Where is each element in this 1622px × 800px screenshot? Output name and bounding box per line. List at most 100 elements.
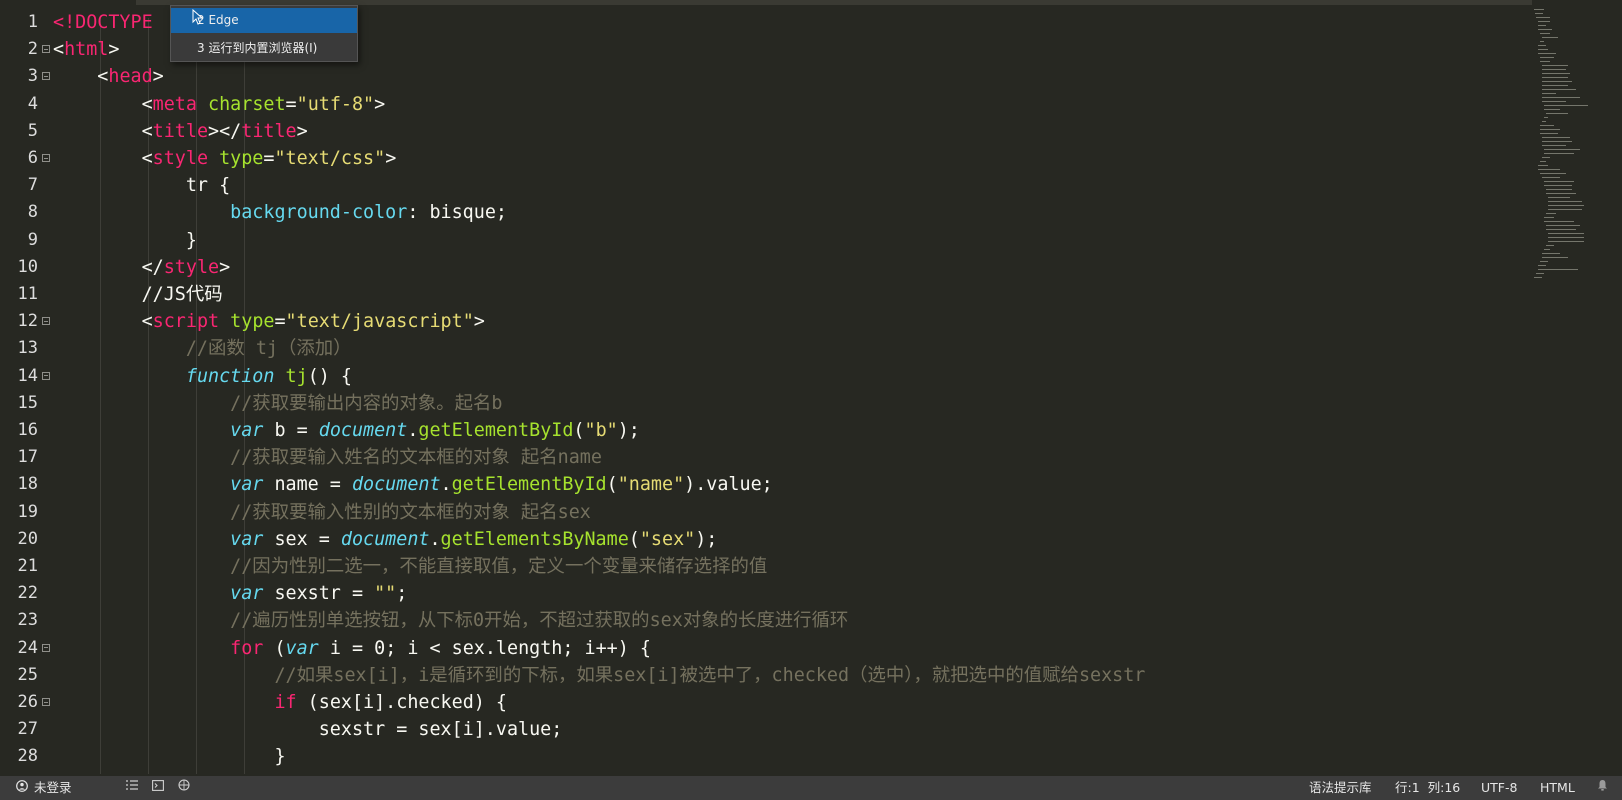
code-token: = — [263, 148, 275, 169]
code-token: sexstr = — [263, 583, 375, 605]
code-token: > — [219, 256, 231, 278]
code-line[interactable]: 20 var sex = document.getElementsByName(… — [0, 526, 1530, 553]
fold-toggle-icon[interactable] — [42, 72, 50, 81]
code-token: meta — [152, 93, 209, 115]
code-line[interactable]: 10 </style> — [0, 254, 1530, 281]
code-line[interactable]: 23 //遍历性别单选按钮，从下标0开始，不超过获取的sex对象的长度进行循环 — [0, 607, 1530, 634]
code-token: charset — [208, 93, 286, 115]
code-text: //获取要输入性别的文本框的对象 起名sex — [53, 499, 591, 526]
login-status[interactable]: 未登录 — [34, 776, 72, 800]
code-line[interactable]: 25 //如果sex[i]，i是循环到的下标，如果sex[i]被选中了，chec… — [0, 662, 1530, 689]
minimap-line — [1544, 249, 1550, 251]
code-line[interactable]: 11 //JS代码 — [0, 281, 1530, 308]
fold-toggle-icon[interactable] — [42, 643, 50, 652]
code-line[interactable]: 8 background-color: bisque; — [0, 199, 1530, 226]
code-line[interactable]: 21 //因为性别二选一，不能直接取值，定义一个变量来储存选择的值 — [0, 553, 1530, 580]
encoding-indicator[interactable]: UTF-8 — [1481, 776, 1517, 800]
minimap-line — [1542, 93, 1556, 95]
minimap-line — [1546, 113, 1568, 115]
code-line[interactable]: 9 } — [0, 227, 1530, 254]
code-line[interactable]: 26 if (sex[i].checked) { — [0, 689, 1530, 716]
fold-toggle-icon[interactable] — [42, 371, 50, 380]
code-line[interactable]: 24 for (var i = 0; i < sex.length; i++) … — [0, 635, 1530, 662]
code-editor[interactable]: 1 <!DOCTYPE 2 <html> 3 <head> 4 <meta charset… — [0, 9, 1530, 774]
minimap-line — [1546, 245, 1554, 247]
line-number: 4 — [27, 93, 38, 114]
code-token: ; — [396, 583, 408, 605]
minimap-line — [1540, 173, 1566, 175]
minimap-line — [1544, 221, 1574, 223]
code-token: = — [274, 311, 286, 333]
code-token: "text/css" — [274, 148, 386, 169]
code-token: getElementById — [451, 474, 607, 496]
code-token: tr { — [53, 175, 231, 197]
code-line[interactable]: 27 sexstr = sex[i].value; — [0, 716, 1530, 743]
code-token: style — [152, 148, 220, 169]
code-token: () { — [307, 365, 352, 387]
fold-toggle-icon[interactable] — [42, 154, 50, 162]
code-text: var sexstr = ""; — [53, 580, 407, 607]
code-token: type — [230, 311, 275, 333]
fold-toggle-icon[interactable] — [42, 45, 50, 54]
code-line[interactable]: 12 <script type="text/javascript"> — [0, 308, 1530, 335]
code-line[interactable]: 18 var name = document.getElementById("n… — [0, 471, 1530, 498]
code-line[interactable]: 22 var sexstr = ""; — [0, 580, 1530, 607]
code-text: <script type="text/javascript"> — [53, 308, 485, 335]
code-token: > — [152, 66, 164, 88]
code-token: ).value; — [684, 474, 773, 496]
code-token: html — [64, 39, 109, 61]
code-text: sexstr = sex[i].value; — [53, 716, 563, 743]
code-line[interactable]: 19 //获取要输入性别的文本框的对象 起名sex — [0, 499, 1530, 526]
code-token: ></ — [208, 120, 242, 142]
code-token: } — [53, 229, 197, 251]
code-line[interactable]: 3 <head> — [0, 63, 1530, 90]
code-token: sex = — [263, 528, 341, 550]
code-line[interactable]: 13 //函数 tj（添加） — [0, 335, 1530, 362]
list-icon[interactable] — [126, 776, 138, 800]
line-number: 21 — [17, 556, 38, 576]
code-text: //获取要输出内容的对象。起名b — [53, 390, 502, 417]
notification-bell-icon[interactable] — [1597, 776, 1608, 800]
minimap-line — [1542, 77, 1568, 79]
minimap-line — [1538, 45, 1546, 47]
code-line[interactable]: 15 //获取要输出内容的对象。起名b — [0, 390, 1530, 417]
code-text: //因为性别二选一，不能直接取值，定义一个变量来储存选择的值 — [53, 553, 767, 580]
code-line[interactable]: 28 } — [0, 743, 1530, 770]
line-number: 12 — [17, 311, 38, 332]
minimap-line — [1538, 265, 1546, 267]
minimap-line — [1548, 241, 1584, 243]
code-line[interactable]: 14 function tj() { — [0, 363, 1530, 390]
code-token: var — [230, 528, 264, 550]
minimap-line — [1538, 269, 1578, 271]
code-line[interactable]: 16 var b = document.getElementById("b"); — [0, 417, 1530, 444]
code-token: <!DOCTYPE — [53, 12, 153, 33]
fold-toggle-icon[interactable] — [42, 317, 50, 326]
code-text: } — [53, 227, 197, 254]
code-line[interactable]: 4 <meta charset="utf-8"> — [0, 91, 1530, 118]
menu-item-builtin-browser[interactable]: 3 运行到内置浏览器(I) — [171, 36, 357, 61]
code-line[interactable]: 17 //获取要输入姓名的文本框的对象 起名name — [0, 444, 1530, 471]
code-line[interactable]: 7 tr { — [0, 172, 1530, 199]
language-mode[interactable]: HTML — [1540, 776, 1575, 800]
minimap-line — [1540, 57, 1554, 59]
terminal-icon[interactable] — [152, 776, 164, 800]
code-line[interactable]: 6 <style type="text/css"> — [0, 145, 1530, 172]
user-icon[interactable] — [16, 776, 28, 800]
minimap-line — [1548, 197, 1570, 199]
code-token: i = — [318, 637, 375, 659]
line-number: 2 — [27, 39, 38, 60]
minimap-line — [1536, 17, 1550, 19]
code-text: <!DOCTYPE — [53, 9, 153, 36]
browser-icon[interactable] — [178, 776, 191, 800]
code-text: for (var i = 0; i < sex.length; i++) { — [53, 635, 651, 662]
fold-toggle-icon[interactable] — [42, 698, 50, 706]
minimap-line — [1546, 225, 1580, 227]
code-line[interactable]: 5 <title></title> — [0, 118, 1530, 145]
syntax-hint-library[interactable]: 语法提示库 — [1309, 776, 1372, 800]
code-text: if (sex[i].checked) { — [53, 689, 507, 716]
minimap-line — [1542, 81, 1572, 83]
minimap[interactable] — [1532, 5, 1622, 295]
cursor-position[interactable]: 行:1 列:16 — [1395, 776, 1460, 800]
